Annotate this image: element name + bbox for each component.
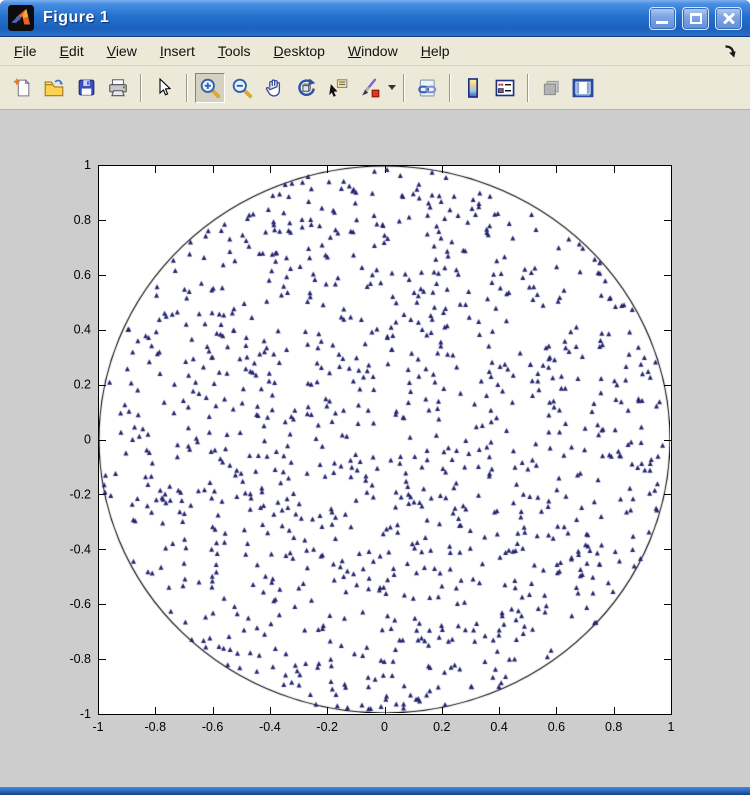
arrow-cursor-icon (154, 78, 174, 98)
menu-tools[interactable]: Tools (218, 43, 251, 59)
svg-text:-0.8: -0.8 (145, 720, 167, 734)
title-bar[interactable]: Figure 1 (0, 0, 750, 37)
insert-legend-icon (494, 77, 516, 99)
svg-text:-0.8: -0.8 (69, 652, 91, 666)
window-frame-bottom (0, 787, 750, 795)
rotate-3d-icon (295, 77, 317, 99)
new-figure-button[interactable] (7, 73, 37, 103)
svg-text:0: 0 (381, 720, 388, 734)
svg-text:-1: -1 (92, 720, 103, 734)
svg-text:1: 1 (668, 720, 675, 734)
show-plot-tools-dock-icon (571, 76, 595, 100)
svg-text:0.8: 0.8 (605, 720, 622, 734)
brush-data-icon (359, 77, 381, 99)
figure-canvas-area[interactable]: -1 -0.8 -0.6 -0.4 -0.2 0 0.2 0.4 0.6 0.8 1 -1 -0.8 -0… (0, 110, 750, 787)
window-title: Figure 1 (43, 9, 649, 27)
show-plot-tools-dock-button[interactable] (568, 73, 598, 103)
scatter-plot[interactable] (99, 166, 670, 713)
toolbar-separator (403, 74, 405, 102)
menu-bar: File Edit View Insert Tools Desktop Wind… (0, 37, 750, 66)
matlab-logo-icon (8, 5, 34, 31)
svg-text:0.2: 0.2 (74, 378, 91, 392)
insert-colorbar-icon (462, 77, 484, 99)
svg-text:-1: -1 (80, 707, 91, 721)
pan-hand-icon (263, 77, 285, 99)
minimize-icon (656, 21, 668, 24)
zoom-out-icon (231, 77, 253, 99)
dock-figure-arrow-icon[interactable] (723, 44, 738, 59)
brush-dropdown-arrow[interactable] (386, 73, 397, 103)
svg-text:1: 1 (84, 158, 91, 172)
print-figure-button[interactable] (103, 73, 133, 103)
svg-text:0.6: 0.6 (548, 720, 565, 734)
zoom-in-button[interactable] (195, 73, 225, 103)
data-cursor-button[interactable] (323, 73, 353, 103)
svg-text:0.4: 0.4 (490, 720, 507, 734)
maximize-button[interactable] (682, 7, 709, 30)
figure-toolbar (0, 66, 750, 110)
svg-text:-0.4: -0.4 (69, 542, 91, 556)
menu-edit[interactable]: Edit (60, 43, 84, 59)
toolbar-separator (527, 74, 529, 102)
svg-text:-0.6: -0.6 (69, 597, 91, 611)
rotate-3d-button[interactable] (291, 73, 321, 103)
menu-insert[interactable]: Insert (160, 43, 195, 59)
open-file-icon (43, 77, 65, 99)
edit-plot-button[interactable] (149, 73, 179, 103)
print-figure-icon (107, 77, 129, 99)
maximize-icon (690, 13, 702, 24)
data-cursor-icon (327, 77, 349, 99)
minimize-button[interactable] (649, 7, 676, 30)
hide-plot-tools-icon (540, 77, 562, 99)
menu-desktop[interactable]: Desktop (274, 43, 325, 59)
svg-text:-0.2: -0.2 (69, 487, 91, 501)
menu-window[interactable]: Window (348, 43, 398, 59)
toolbar-separator (140, 74, 142, 102)
dropdown-arrow-icon (388, 85, 396, 90)
svg-text:-0.2: -0.2 (316, 720, 338, 734)
new-figure-icon (12, 77, 33, 98)
svg-text:0.6: 0.6 (74, 268, 91, 282)
open-file-button[interactable] (39, 73, 69, 103)
zoom-out-button[interactable] (227, 73, 257, 103)
menu-file[interactable]: File (14, 43, 37, 59)
brush-data-button[interactable] (355, 73, 385, 103)
insert-legend-button[interactable] (490, 73, 520, 103)
link-plot-button[interactable] (412, 73, 442, 103)
menu-help[interactable]: Help (421, 43, 450, 59)
svg-text:0.4: 0.4 (74, 323, 91, 337)
svg-text:0.2: 0.2 (433, 720, 450, 734)
svg-text:-0.4: -0.4 (259, 720, 281, 734)
figure-window: Figure 1 File Edit View Insert Tools Des… (0, 0, 750, 795)
menu-view[interactable]: View (107, 43, 137, 59)
pan-button[interactable] (259, 73, 289, 103)
close-button[interactable] (715, 7, 742, 30)
zoom-in-icon (199, 77, 221, 99)
hide-plot-tools-button[interactable] (536, 73, 566, 103)
insert-colorbar-button[interactable] (458, 73, 488, 103)
svg-text:0.8: 0.8 (74, 213, 91, 227)
save-figure-button[interactable] (71, 73, 101, 103)
toolbar-separator (186, 74, 188, 102)
svg-text:0: 0 (84, 433, 91, 447)
save-figure-icon (76, 77, 97, 98)
toolbar-separator (449, 74, 451, 102)
svg-text:-0.6: -0.6 (202, 720, 224, 734)
link-plot-icon (416, 77, 438, 99)
